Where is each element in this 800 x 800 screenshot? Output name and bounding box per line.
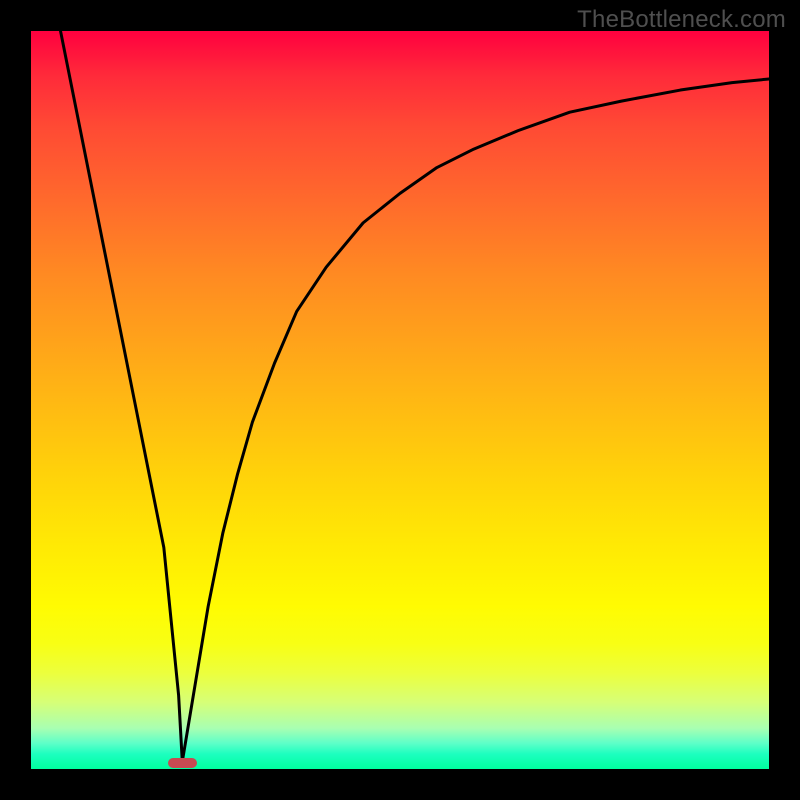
curve-left-branch <box>61 31 183 762</box>
curve-right-branch <box>182 79 769 762</box>
chart-frame: TheBottleneck.com <box>0 0 800 800</box>
watermark-text: TheBottleneck.com <box>577 6 786 34</box>
bottleneck-marker <box>168 758 198 768</box>
curve-layer <box>31 31 769 769</box>
plot-area <box>31 31 769 769</box>
